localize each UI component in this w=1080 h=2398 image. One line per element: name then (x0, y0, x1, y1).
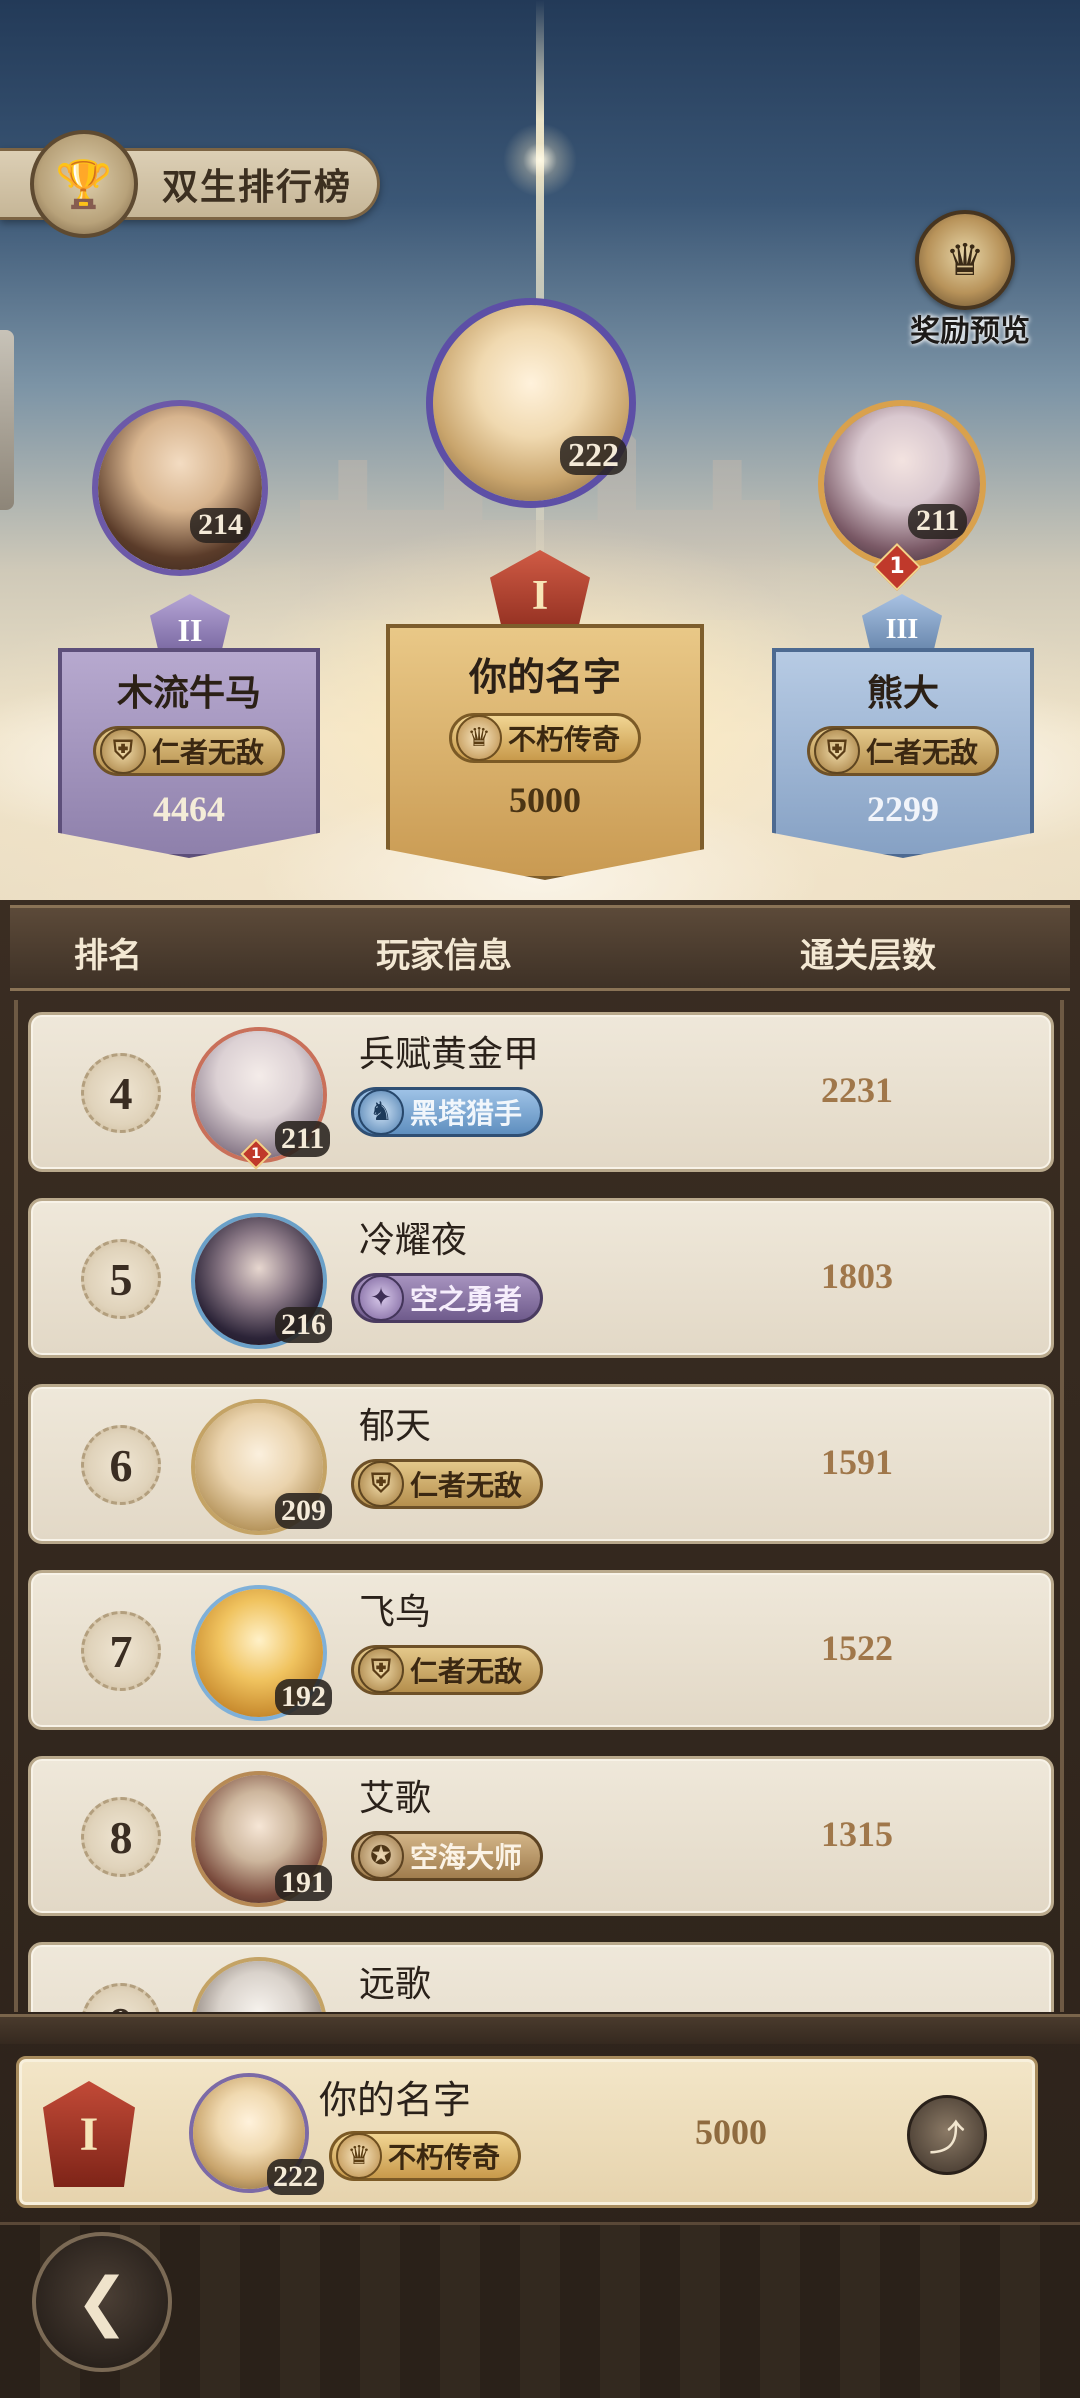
podium-second-avatar[interactable] (92, 400, 268, 576)
shield-icon: ⛨ (99, 728, 146, 774)
column-header: 排名 玩家信息 通关层数 (10, 905, 1070, 991)
player-name: 艾歌 (359, 1778, 432, 1819)
podium-third-level: 211 (908, 504, 968, 539)
rank-number: 9 (81, 1983, 161, 2012)
reward-preview-label: 奖励预览 (910, 314, 1030, 349)
crown-icon: ♛ (336, 2133, 382, 2179)
player-name: 远歌 (359, 1964, 432, 2005)
title-badge: ⛨ 仁者无敌 (351, 1459, 544, 1509)
list-item[interactable]: 4 1 211 兵赋黄金甲 ♞ 黑塔猎手 2231 (28, 1012, 1054, 1172)
shield-icon: ⛨ (813, 728, 860, 774)
level-badge: 192 (275, 1679, 332, 1715)
my-rank-card[interactable]: I 222 你的名字 ♛ 不朽传奇 5000 ⤴ (16, 2056, 1038, 2208)
shield-icon: ⛨ (358, 1647, 404, 1693)
crown-chest-icon: ♛ (945, 234, 985, 286)
player-name: 郁天 (359, 1406, 432, 1447)
floor-count: 2231 (821, 1070, 893, 1110)
rank-badge-number: 1 (251, 1146, 261, 1162)
podium-first-avatar[interactable] (426, 298, 636, 508)
podium-first-score: 5000 (509, 780, 581, 820)
list-item[interactable]: 9 远歌 (28, 1942, 1054, 2012)
podium-second-info: 木流牛马 ⛨ 仁者无敌 4464 (58, 664, 320, 830)
player-name: 兵赋黄金甲 (359, 1034, 540, 1075)
compass-icon: ✦ (358, 1275, 404, 1321)
floor-count: 1591 (821, 1442, 893, 1482)
rank-number: 5 (81, 1239, 161, 1319)
reward-preview-button[interactable]: ♛ (915, 210, 1015, 310)
podium-third-title: ⛨ 仁者无敌 (806, 726, 999, 776)
my-name: 你的名字 (319, 2078, 472, 2122)
my-floor-count: 5000 (695, 2112, 767, 2152)
column-rank: 排名 (74, 936, 142, 976)
back-button[interactable]: ❮ (32, 2232, 172, 2372)
share-icon: ⤴ (928, 2118, 965, 2159)
level-badge: 191 (275, 1865, 332, 1901)
podium-third-avatar[interactable] (818, 400, 986, 568)
podium-third-rank-number: 1 (889, 554, 905, 579)
my-rank-emblem: I (43, 2081, 135, 2187)
side-drawer-handle[interactable] (0, 330, 14, 510)
level-badge: 211 (275, 1121, 331, 1157)
title-badge: ♞ 黑塔猎手 (351, 1087, 544, 1137)
list-item[interactable]: 8 191 艾歌 ✪ 空海大师 1315 (28, 1756, 1054, 1916)
podium-first-level: 222 (560, 436, 627, 476)
star-flare (500, 120, 580, 200)
rank-number: 7 (81, 1611, 161, 1691)
podium-second-level: 214 (190, 508, 251, 543)
my-title-badge: ♛ 不朽传奇 (329, 2131, 522, 2181)
rank-number: 4 (81, 1053, 161, 1133)
podium-second-name: 木流牛马 (116, 673, 261, 714)
page-title: 双生排行榜 (162, 166, 353, 207)
rank-number: 8 (81, 1797, 161, 1877)
player-name: 冷耀夜 (359, 1220, 468, 1261)
podium-second-title: ⛨ 仁者无敌 (92, 726, 285, 776)
avatar[interactable] (191, 1957, 327, 2012)
player-name: 飞鸟 (359, 1592, 432, 1633)
list-item[interactable]: 7 192 飞鸟 ⛨ 仁者无敌 1522 (28, 1570, 1054, 1730)
ranking-list[interactable]: 4 1 211 兵赋黄金甲 ♞ 黑塔猎手 2231 5 216 冷耀夜 ✦ 空之… (14, 1000, 1064, 2012)
list-item[interactable]: 6 209 郁天 ⛨ 仁者无敌 1591 (28, 1384, 1054, 1544)
title-badge: ⛨ 仁者无敌 (351, 1645, 544, 1695)
lion-icon: ♞ (358, 1089, 404, 1135)
level-badge: 209 (275, 1493, 332, 1529)
share-button[interactable]: ⤴ (907, 2095, 987, 2175)
floor-count: 1522 (821, 1628, 893, 1668)
podium-second-score: 4464 (153, 789, 225, 829)
column-floors: 通关层数 (800, 936, 936, 976)
title-badge: ✦ 空之勇者 (351, 1273, 544, 1323)
podium-first-title: ♛ 不朽传奇 (448, 713, 641, 763)
shield-icon: ⛨ (358, 1461, 404, 1507)
laurel-trophy-icon: 🏆 (30, 130, 138, 238)
podium-third-info: 熊大 ⛨ 仁者无敌 2299 (772, 664, 1034, 830)
my-level: 222 (267, 2159, 324, 2195)
title-badge: ✪ 空海大师 (351, 1831, 544, 1881)
level-badge: 216 (275, 1307, 332, 1343)
floor-count: 1315 (821, 1814, 893, 1854)
back-arrow-icon: ❮ (75, 2265, 129, 2339)
column-player: 玩家信息 (376, 936, 512, 976)
compass-icon: ✪ (358, 1833, 404, 1879)
podium-third-score: 2299 (867, 789, 939, 829)
rank-number: 6 (81, 1425, 161, 1505)
podium-third-name: 熊大 (866, 673, 939, 714)
list-item[interactable]: 5 216 冷耀夜 ✦ 空之勇者 1803 (28, 1198, 1054, 1358)
floor-count: 1803 (821, 1256, 893, 1296)
podium-first-info: 你的名字 ♛ 不朽传奇 5000 (386, 646, 704, 821)
podium-first-name: 你的名字 (468, 655, 621, 699)
divider (0, 2014, 1080, 2044)
crown-icon: ♛ (455, 715, 502, 761)
